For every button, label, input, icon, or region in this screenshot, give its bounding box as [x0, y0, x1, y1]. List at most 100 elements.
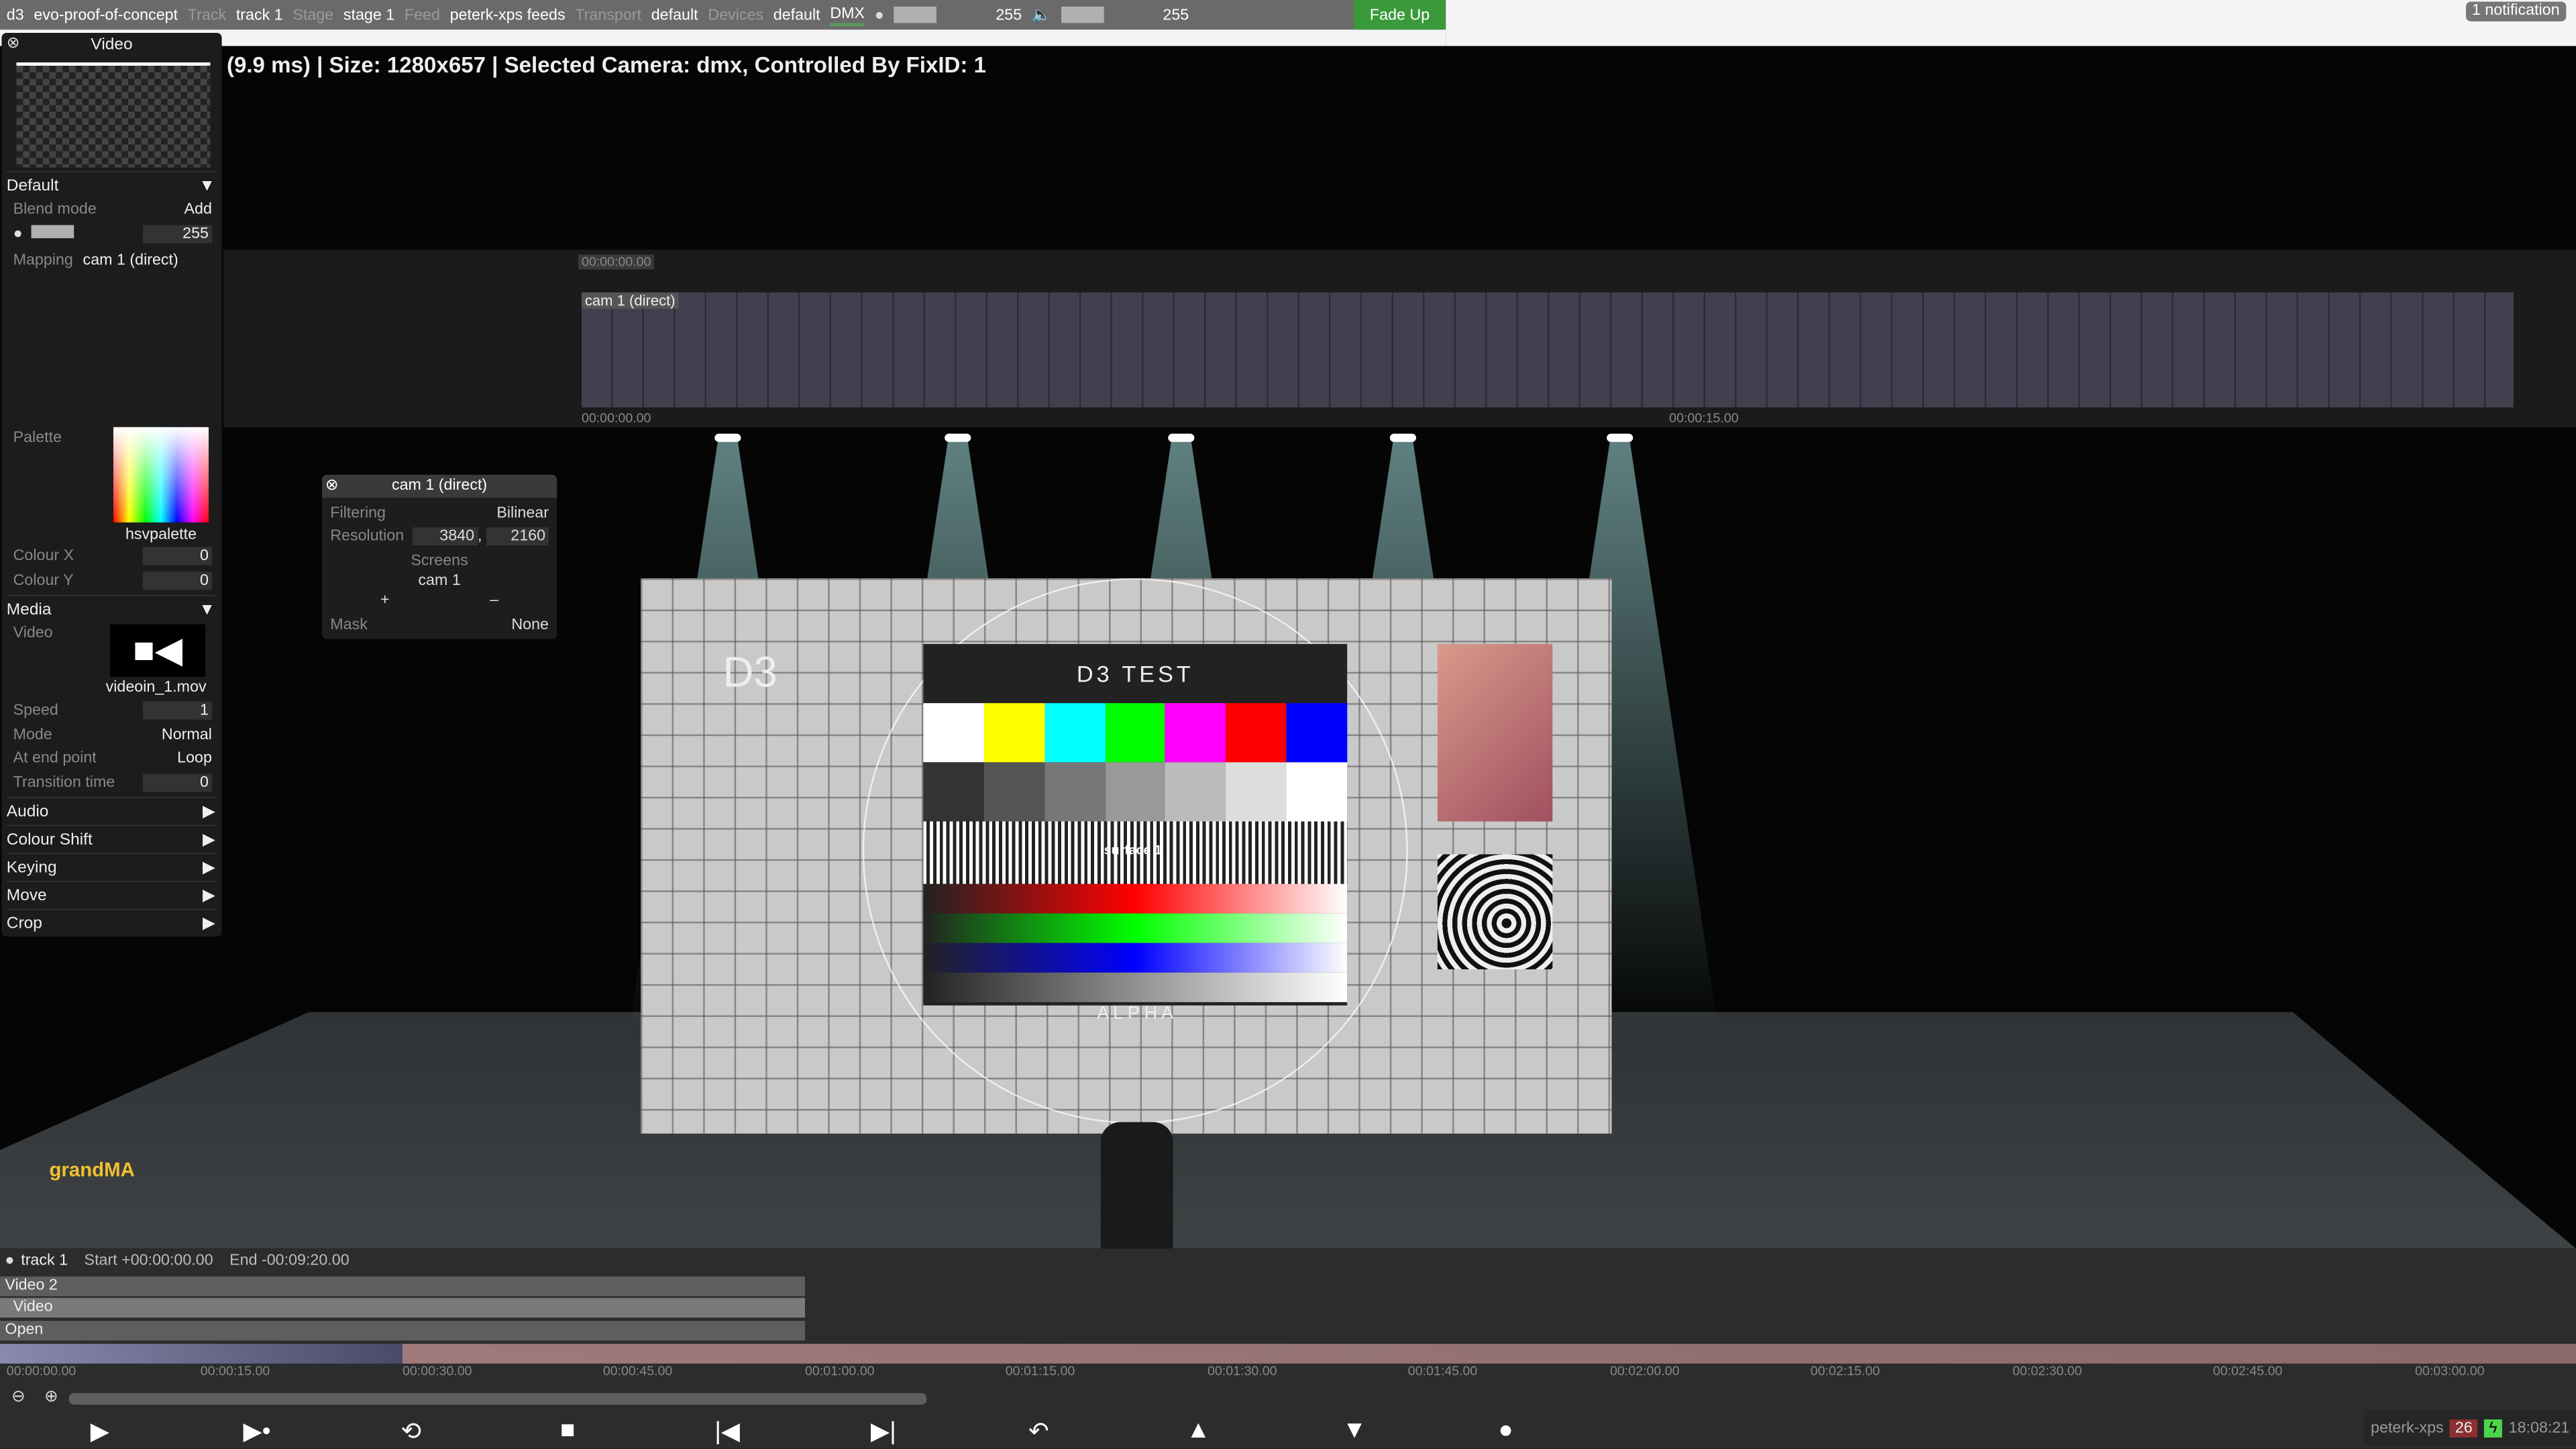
- bulb-icon: ●: [13, 225, 74, 243]
- camera-mapping-panel: ⊗ cam 1 (direct) Filtering Bilinear Resolu…: [322, 474, 557, 639]
- section-label: Move: [6, 886, 47, 905]
- loop-icon[interactable]: ⟲: [401, 1416, 422, 1446]
- section-colour-shift[interactable]: Colour Shift ▶: [6, 824, 215, 853]
- video-layer-panel: ⊗ Video Default ▼ Blend mode Add ● 255 Mapp…: [1, 32, 222, 936]
- section-label: Colour Shift: [6, 830, 93, 849]
- play-icon[interactable]: ▶: [91, 1416, 109, 1446]
- chevron-right-icon: ▶: [202, 858, 215, 877]
- blend-mode-select[interactable]: Add: [184, 201, 212, 219]
- devices-select[interactable]: default: [773, 6, 820, 24]
- app-menu[interactable]: d3: [7, 6, 24, 24]
- label: Resolution: [330, 527, 405, 546]
- ruler-tick: 00:03:00.00: [2415, 1363, 2485, 1379]
- track-name[interactable]: track 1: [21, 1252, 68, 1270]
- palette-name: hsvpalette: [125, 525, 197, 544]
- brightness-slider[interactable]: [894, 6, 937, 23]
- end-point-select[interactable]: Loop: [177, 749, 212, 767]
- screen-item[interactable]: cam 1: [330, 572, 549, 590]
- palette-swatch[interactable]: [113, 427, 209, 523]
- grey-bars: [923, 762, 1348, 822]
- power-icon[interactable]: ϟ: [2483, 1418, 2502, 1437]
- spotlight-fixture[interactable]: [1168, 433, 1195, 442]
- down-icon[interactable]: ▼: [1342, 1416, 1366, 1444]
- section-crop[interactable]: Crop ▶: [6, 908, 215, 936]
- mapping-select[interactable]: cam 1 (direct): [83, 252, 178, 270]
- ruler-tick: 00:00:30.00: [402, 1363, 472, 1379]
- filtering-select[interactable]: Bilinear: [496, 504, 549, 523]
- clock: 18:08:21: [2508, 1418, 2570, 1437]
- record-icon[interactable]: ●: [1498, 1416, 1513, 1444]
- devices-label: Devices: [708, 5, 764, 24]
- layer-video[interactable]: Video: [0, 1297, 806, 1318]
- add-screen-button[interactable]: +: [380, 592, 390, 610]
- stop-icon[interactable]: ■: [560, 1416, 575, 1444]
- project-name[interactable]: evo-proof-of-concept: [34, 6, 178, 24]
- timeline-scrollbar[interactable]: [68, 1393, 927, 1405]
- intensity-field[interactable]: 255: [143, 225, 212, 244]
- mask-select[interactable]: None: [511, 616, 549, 634]
- sample-image: [1437, 644, 1553, 822]
- feed-select[interactable]: peterk-xps feeds: [450, 6, 566, 24]
- track-label: Track: [187, 5, 227, 24]
- timeline-clip[interactable]: cam 1 (direct): [581, 292, 2514, 408]
- section-media[interactable]: Media ▼: [6, 594, 215, 623]
- track-ruler[interactable]: [0, 1344, 2576, 1364]
- stage-select[interactable]: stage 1: [343, 6, 394, 24]
- section-keying[interactable]: Keying ▶: [6, 853, 215, 881]
- res-width-field[interactable]: 3840: [412, 527, 478, 546]
- panel-title: Video: [91, 36, 133, 54]
- section-label: Media: [6, 600, 52, 619]
- spotlight-fixture[interactable]: [1389, 433, 1417, 442]
- transport-select[interactable]: default: [651, 6, 698, 24]
- top-bar: d3 evo-proof-of-concept Track track 1 Sta…: [0, 0, 1446, 30]
- video-camera-icon[interactable]: ■◀: [110, 624, 206, 677]
- close-icon[interactable]: ⊗: [325, 475, 339, 498]
- chevron-down-icon: ▼: [199, 176, 215, 195]
- label: Video: [13, 624, 53, 643]
- section-move[interactable]: Move ▶: [6, 880, 215, 909]
- count-badge[interactable]: 26: [2450, 1418, 2478, 1437]
- layer-open[interactable]: Open: [0, 1320, 806, 1341]
- volume-slider[interactable]: [1061, 6, 1104, 23]
- remove-screen-button[interactable]: –: [490, 592, 498, 610]
- track-select[interactable]: track 1: [236, 6, 283, 24]
- zoom-in-icon[interactable]: ⊕: [44, 1388, 58, 1406]
- spotlight-fixture[interactable]: [945, 433, 971, 442]
- zoom-out-icon[interactable]: ⊖: [11, 1388, 25, 1406]
- chevron-right-icon: ▶: [202, 802, 215, 821]
- ruler-tick: 00:01:15.00: [1005, 1363, 1075, 1379]
- fade-up-button[interactable]: Fade Up: [1353, 0, 1446, 30]
- label: Speed: [13, 701, 58, 720]
- res-height-field[interactable]: 2160: [486, 527, 549, 546]
- mode-select[interactable]: Normal: [162, 726, 212, 744]
- speed-field[interactable]: 1: [143, 701, 212, 720]
- up-icon[interactable]: ▲: [1186, 1416, 1210, 1444]
- colour-y-field[interactable]: 0: [143, 572, 212, 590]
- label: Mode: [13, 726, 52, 745]
- dmx-button[interactable]: DMX: [830, 4, 865, 25]
- section-label: Audio: [6, 802, 49, 821]
- section-audio[interactable]: Audio ▶: [6, 796, 215, 825]
- playhead-time: 00:00:00.00: [578, 254, 655, 270]
- transition-field[interactable]: 0: [143, 773, 212, 792]
- resolution-strip: surface 1: [923, 821, 1348, 884]
- undo-icon[interactable]: ↶: [1028, 1416, 1049, 1446]
- next-icon[interactable]: ▶|: [871, 1416, 896, 1446]
- timeline-start: 00:00:00.00: [581, 411, 651, 426]
- d3-logo: D3: [722, 647, 777, 697]
- spotlight-fixture[interactable]: [1607, 433, 1633, 442]
- ruler-tick: 00:02:45.00: [2212, 1363, 2283, 1379]
- section-default[interactable]: Default ▼: [6, 170, 215, 199]
- spotlight-fixture[interactable]: [714, 433, 741, 442]
- bulb-icon: ●: [874, 5, 884, 24]
- previous-icon[interactable]: |◀: [714, 1416, 740, 1446]
- layer-video-2[interactable]: Video 2: [0, 1276, 806, 1297]
- test-pattern: D3 TEST surface 1 A L P H A: [923, 644, 1348, 1024]
- performer-figure: [1100, 1122, 1173, 1249]
- colour-x-field[interactable]: 0: [143, 547, 212, 566]
- notification-button[interactable]: 1 notification: [2465, 1, 2567, 21]
- ruler-tick: 00:01:00.00: [805, 1363, 875, 1379]
- play-to-end-icon[interactable]: ▶•: [243, 1416, 270, 1446]
- label: At end point: [13, 749, 97, 767]
- d3-app: D3 D3 TEST surface 1 A L P H A grandMA 1…: [0, 0, 2576, 1449]
